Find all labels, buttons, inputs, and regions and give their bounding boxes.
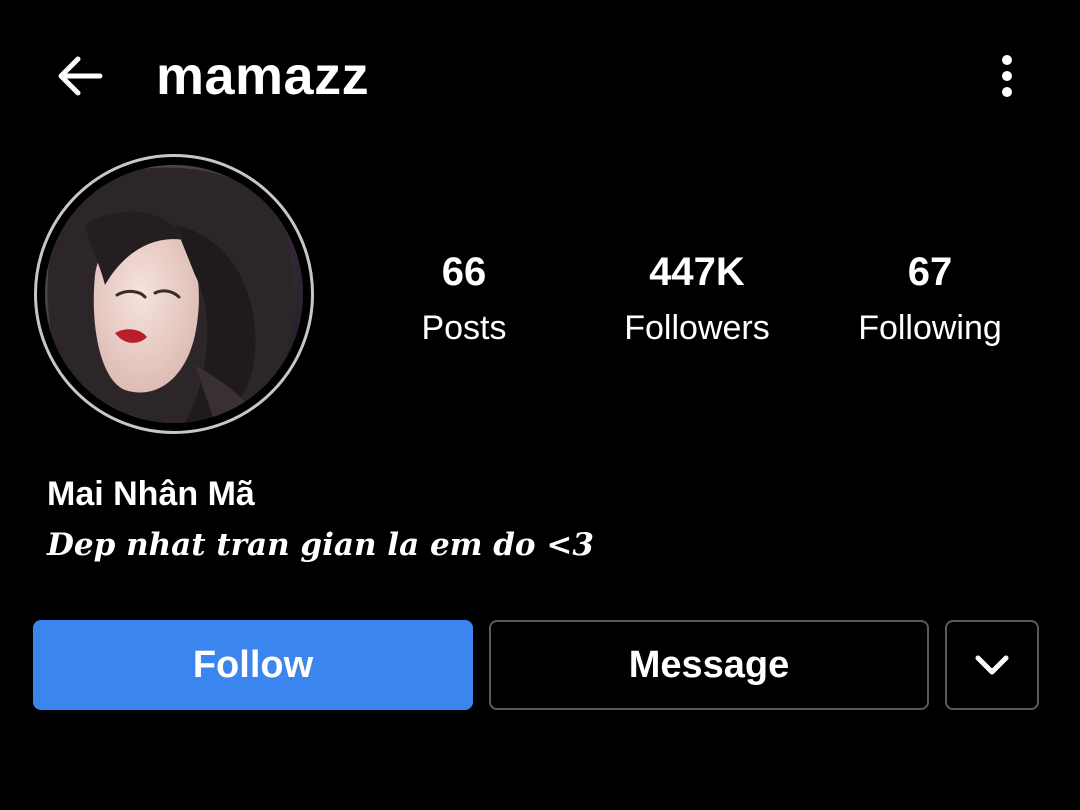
- arrow-left-icon: [58, 56, 103, 96]
- avatar[interactable]: [34, 154, 314, 434]
- posts-label: Posts: [421, 309, 507, 347]
- profile-username: mamazz: [156, 46, 370, 106]
- profile-photo: [45, 165, 303, 423]
- message-button[interactable]: Message: [489, 620, 929, 710]
- following-label: Following: [858, 309, 1002, 347]
- profile-photo-image: [45, 165, 303, 423]
- display-name: Mai Nhân Mã: [47, 475, 255, 513]
- posts-stat[interactable]: 66 Posts: [354, 244, 574, 356]
- back-button[interactable]: [52, 50, 108, 102]
- chevron-down-icon: [975, 655, 1009, 675]
- profile-bio: Dep nhat tran gian la em do <3: [47, 527, 594, 563]
- more-options-button[interactable]: [982, 48, 1032, 104]
- profile-stats: 66 Posts 447K Followers 67 Following: [348, 244, 1048, 354]
- vertical-dots-icon: [1002, 55, 1012, 97]
- top-app-bar: mamazz: [0, 0, 1080, 150]
- followers-stat[interactable]: 447K Followers: [587, 244, 807, 356]
- follow-button[interactable]: Follow: [33, 620, 473, 710]
- followers-label: Followers: [624, 309, 770, 347]
- following-stat[interactable]: 67 Following: [820, 244, 1040, 356]
- followers-count: 447K: [649, 250, 745, 294]
- suggested-accounts-button[interactable]: [945, 620, 1039, 710]
- posts-count: 66: [441, 250, 487, 294]
- following-count: 67: [907, 250, 953, 294]
- profile-actions: Follow Message: [0, 620, 1080, 712]
